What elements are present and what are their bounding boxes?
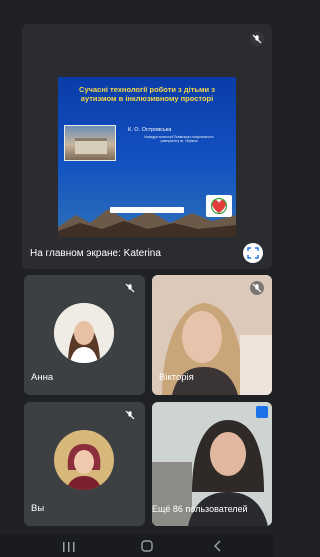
participant-name: Анна [31, 372, 54, 383]
slide-logo [206, 195, 232, 217]
expand-icon[interactable] [243, 243, 263, 263]
participant-tile-self[interactable]: Вы [24, 402, 145, 526]
presentation-label: На главном экране: Katerina [30, 248, 161, 259]
mic-off-icon [123, 281, 137, 295]
avatar [54, 303, 114, 363]
more-participants-tile[interactable]: Ещё 86 пользователей [152, 402, 272, 526]
participant-tile-viktoriia[interactable]: Вікторія [152, 275, 272, 395]
slide-affiliation: Кафедра психології Львівського національ… [144, 135, 214, 143]
shared-slide: Сучасні технології роботи з дітьми з аут… [58, 77, 236, 237]
recents-icon[interactable] [62, 540, 76, 557]
mic-off-icon [250, 281, 264, 295]
mic-off-icon [123, 408, 137, 422]
audio-level-icon [256, 406, 268, 418]
participant-name: Вы [31, 503, 45, 514]
slide-url-bar [110, 207, 184, 213]
presentation-tile[interactable]: Сучасні технології роботи з дітьми з аут… [22, 24, 272, 269]
slide-author: К. О. Островська [128, 127, 172, 133]
meet-screen: Сучасні технології роботи з дітьми з аут… [0, 0, 273, 557]
slide-title: Сучасні технології роботи з дітьми з аут… [79, 85, 215, 103]
more-participants-label: Ещё 86 пользователей [152, 504, 248, 514]
home-icon[interactable] [140, 539, 154, 557]
avatar [54, 430, 114, 490]
back-icon[interactable] [212, 539, 224, 557]
system-nav-bar [0, 534, 273, 557]
mic-off-icon [250, 32, 264, 46]
participant-tile-anna[interactable]: Анна [24, 275, 145, 395]
slide-photo [64, 125, 116, 161]
participant-name: Вікторія [159, 372, 194, 383]
